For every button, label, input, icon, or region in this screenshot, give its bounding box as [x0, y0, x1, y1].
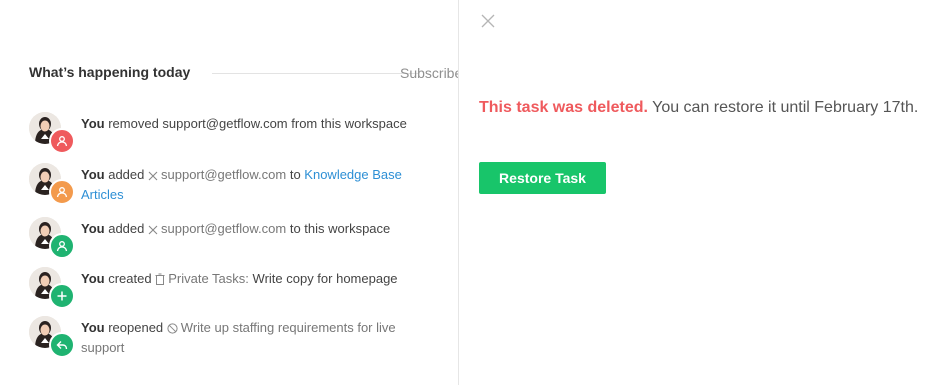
task-list-name: Private Tasks: — [168, 271, 249, 286]
activity-text: You added support@getflow.com to Knowled… — [81, 166, 441, 204]
actor-name: You — [81, 221, 105, 236]
activity-item: You added support@getflow.com to this wo… — [29, 217, 441, 259]
activity-item: You created Private Tasks: Write copy fo… — [29, 267, 441, 309]
actor-name: You — [81, 167, 105, 182]
activity-title: What’s happening today — [29, 64, 191, 80]
deleted-message: This task was deleted. You can restore i… — [479, 95, 929, 121]
activity-text: You reopened Write up staffing requireme… — [81, 319, 441, 357]
actor-name: You — [81, 116, 105, 131]
plus-icon — [49, 283, 75, 309]
activity-item: You reopened Write up staffing requireme… — [29, 316, 439, 360]
activity-tail: to this workspace — [289, 221, 391, 236]
activity-panel: What’s happening today Subscribe You rem… — [0, 0, 458, 385]
activity-verb: reopened — [108, 320, 164, 335]
user-remove-icon — [49, 128, 75, 154]
restore-info: You can restore it until February 17th. — [652, 99, 919, 116]
x-icon — [148, 222, 158, 240]
trash-icon — [155, 272, 165, 290]
actor-name: You — [81, 271, 105, 286]
x-icon — [148, 168, 158, 186]
subscribe-link[interactable]: Subscribe — [400, 65, 458, 81]
activity-verb: added — [108, 221, 145, 236]
actor-name: You — [81, 320, 105, 335]
user-add-icon — [49, 233, 75, 259]
task-detail-panel: This task was deleted. You can restore i… — [459, 0, 952, 385]
activity-text: You added support@getflow.com to this wo… — [81, 220, 441, 240]
activity-text: You removed support@getflow.com from thi… — [81, 115, 441, 133]
activity-item: You removed support@getflow.com from thi… — [29, 112, 441, 154]
activity-tail: from this workspace — [291, 116, 407, 131]
activity-object: support@getflow.com — [161, 221, 287, 236]
deleted-label: This task was deleted. — [479, 99, 648, 116]
activity-text: You created Private Tasks: Write copy fo… — [81, 270, 441, 290]
activity-verb: removed — [108, 116, 159, 131]
user-add-icon — [49, 179, 75, 205]
circle-slash-icon — [167, 321, 178, 339]
task-link[interactable]: Write copy for homepage — [253, 271, 398, 286]
activity-connector: to — [289, 167, 301, 182]
header-divider — [212, 73, 419, 74]
activity-object: support@getflow.com — [161, 167, 287, 182]
restore-task-button[interactable]: Restore Task — [479, 162, 606, 194]
reply-icon — [49, 332, 75, 358]
activity-item: You added support@getflow.com to Knowled… — [29, 163, 439, 207]
activity-verb: created — [108, 271, 152, 286]
activity-header: What’s happening today Subscribe — [29, 64, 458, 84]
activity-verb: added — [108, 167, 145, 182]
activity-object: support@getflow.com — [162, 116, 288, 131]
close-icon[interactable] — [481, 14, 497, 30]
